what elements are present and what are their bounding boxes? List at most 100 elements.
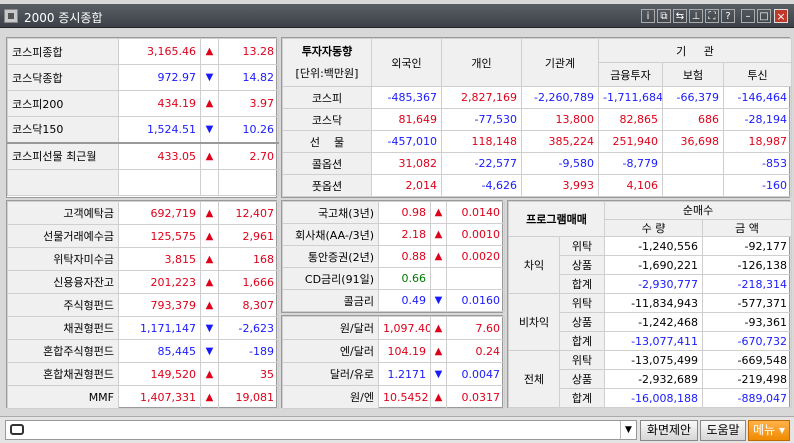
investor-cell: -2,260,789 [521,86,599,109]
investor-cell [662,152,724,175]
fx-row[interactable]: 엔/달러 104.19 ▲ 0.24 [282,339,505,363]
investor-cell: 118,148 [441,130,522,153]
futures-value: 433.05 [118,141,201,170]
program-panel: 프로그램매매 순매수 수 량 금 액 차익 위탁 -1,240,556 -92,177… [507,200,793,408]
app-icon[interactable] [4,9,18,23]
col-individual: 개인 [441,38,522,87]
program-row[interactable]: 차익 위탁 -1,240,556 -92,177 [508,236,793,294]
program-row[interactable]: 비차익 위탁 -11,834,943 -577,371 [508,293,793,351]
link-icon[interactable]: ⇆ [673,9,687,23]
rates-change [446,267,505,290]
quantity-header: 수 량 [604,218,704,237]
fx-row[interactable]: 달러/유로 1.2171 ▼ 0.0047 [282,362,505,386]
program-group-name: 비차익 [508,293,560,351]
futures-row[interactable]: 코스피선물 최근월 433.05 ▲ 2.70 [7,141,279,170]
fund-row[interactable]: 선물거래예수금 125,575 ▲ 2,961 [7,224,279,248]
maximize-icon[interactable]: □ [757,9,771,23]
index-name: 코스닥150 [7,116,119,143]
investor-row[interactable]: 풋옵션 2,014 -4,626 3,993 4,106 -160 [282,174,792,197]
fund-name: 신용융자잔고 [7,270,119,294]
index-change: 13.28 [218,38,279,65]
chat-icon [10,424,24,435]
fund-value: 1,407,331 [118,385,201,409]
fund-row[interactable]: 신용융자잔고 201,223 ▲ 1,666 [7,270,279,294]
arrow-cell [430,267,447,290]
program-amount: -126,138 [702,255,793,275]
investor-cell: -853 [723,152,792,175]
index-row[interactable]: 코스닥종합 972.97 ▼ 14.82 [7,64,279,91]
fund-change: 8,307 [218,293,279,317]
resize-icon[interactable]: ⛶ [705,9,719,23]
rates-row[interactable]: 콜금리 0.49 ▼ 0.0160 [282,289,505,312]
help-icon[interactable]: ? [721,9,735,23]
up-arrow-icon: ▲ [200,38,219,65]
fx-name: 원/엔 [282,385,379,409]
fund-row[interactable]: 혼합채권형펀드 149,520 ▲ 35 [7,362,279,386]
fund-value: 793,379 [118,293,201,317]
fund-value: 692,719 [118,201,201,225]
fund-row[interactable]: 혼합주식형펀드 85,445 ▼ -189 [7,339,279,363]
up-arrow-icon: ▲ [430,385,447,409]
fund-name: 혼합주식형펀드 [7,339,119,363]
investor-cell: 3,993 [521,174,599,197]
fund-change: -189 [218,339,279,363]
fund-row[interactable]: MMF 1,407,331 ▲ 19,081 [7,385,279,409]
fund-row[interactable]: 주식형펀드 793,379 ▲ 8,307 [7,293,279,317]
rates-row[interactable]: CD금리(91일) 0.66 [282,267,505,290]
program-type: 위탁 [558,236,606,256]
investor-row[interactable]: 코스피 -485,367 2,827,169 -2,260,789 -1,711,684… [282,86,792,109]
program-row[interactable]: 전체 위탁 -13,075,499 -669,548 [508,350,793,408]
program-amount: -93,361 [702,312,793,332]
rates-name: 통안증권(2년) [282,245,379,268]
index-row[interactable]: 코스피종합 3,165.46 ▲ 13.28 [7,38,279,65]
investor-cell: 251,940 [598,130,663,153]
close-icon[interactable]: × [774,9,788,23]
screen-suggest-button[interactable]: 화면제안 [640,420,698,441]
investor-cell: 82,865 [598,108,663,131]
investor-row[interactable]: 콜옵션 31,082 -22,577 -9,580 -8,779 -853 [282,152,792,175]
fund-row[interactable]: 위탁자미수금 3,815 ▲ 168 [7,247,279,271]
investor-cell: 2,827,169 [441,86,522,109]
fx-row[interactable]: 원/엔 10.5452 ▲ 0.0317 [282,385,505,409]
rates-name: CD금리(91일) [282,267,379,290]
command-input[interactable]: ▼ [5,420,637,440]
fund-row[interactable]: 고객예탁금 692,719 ▲ 12,407 [7,201,279,225]
down-arrow-icon: ▼ [200,116,219,143]
index-value: 1,524.51 [118,116,201,143]
menu-button[interactable]: 메뉴 ▾ [748,420,790,441]
program-amount: -889,047 [702,388,793,408]
fund-value: 125,575 [118,224,201,248]
program-amount: -218,314 [702,274,793,294]
rates-table: 국고채(3년) 0.98 ▲ 0.0140 회사채(AA-/3년) 2.18 ▲ 0.0010… [282,201,505,312]
investor-cell: -1,711,684 [598,86,663,109]
investor-row[interactable]: 선 물 -457,010 118,148 385,224 251,940 36,698 18… [282,130,792,153]
investor-cell: -146,464 [723,86,792,109]
rates-change: 0.0140 [446,201,505,224]
index-value: 3,165.46 [118,38,201,65]
rates-row[interactable]: 회사채(AA-/3년) 2.18 ▲ 0.0010 [282,223,505,246]
investor-row[interactable]: 코스닥 81,649 -77,530 13,800 82,865 686 -28,194 [282,108,792,131]
rates-name: 콜금리 [282,289,379,312]
investor-cell: 2,014 [371,174,442,197]
dropdown-arrow-icon[interactable]: ▼ [620,421,636,439]
rates-row[interactable]: 통안증권(2년) 0.88 ▲ 0.0020 [282,245,505,268]
funds-table: 고객예탁금 692,719 ▲ 12,407 선물거래예수금 125,575 ▲ 2,961 위… [7,201,279,409]
net-buy-header: 순매수 [604,201,793,220]
minimize-icon[interactable]: – [741,9,755,23]
index-row[interactable]: 코스피200 434.19 ▲ 3.97 [7,90,279,117]
index-row[interactable]: 코스닥150 1,524.51 ▼ 10.26 [7,116,279,143]
fund-row[interactable]: 채권형펀드 1,171,147 ▼ -2,623 [7,316,279,340]
copy-window-icon[interactable]: ⧉ [657,9,671,23]
down-arrow-icon: ▼ [430,362,447,386]
rates-panel: 국고채(3년) 0.98 ▲ 0.0140 회사채(AA-/3년) 2.18 ▲ 0.0010… [281,200,505,313]
fx-change: 0.24 [446,339,505,363]
rates-row[interactable]: 국고채(3년) 0.98 ▲ 0.0140 [282,201,505,224]
fx-row[interactable]: 원/달러 1,097.40 ▲ 7.60 [282,316,505,340]
program-type: 위탁 [558,350,606,370]
info-icon[interactable]: i [641,9,655,23]
up-arrow-icon: ▲ [200,270,219,294]
fx-change: 7.60 [446,316,505,340]
pin-icon[interactable]: ⊥ [689,9,703,23]
fund-change: 2,961 [218,224,279,248]
help-button[interactable]: 도움말 [700,420,746,441]
